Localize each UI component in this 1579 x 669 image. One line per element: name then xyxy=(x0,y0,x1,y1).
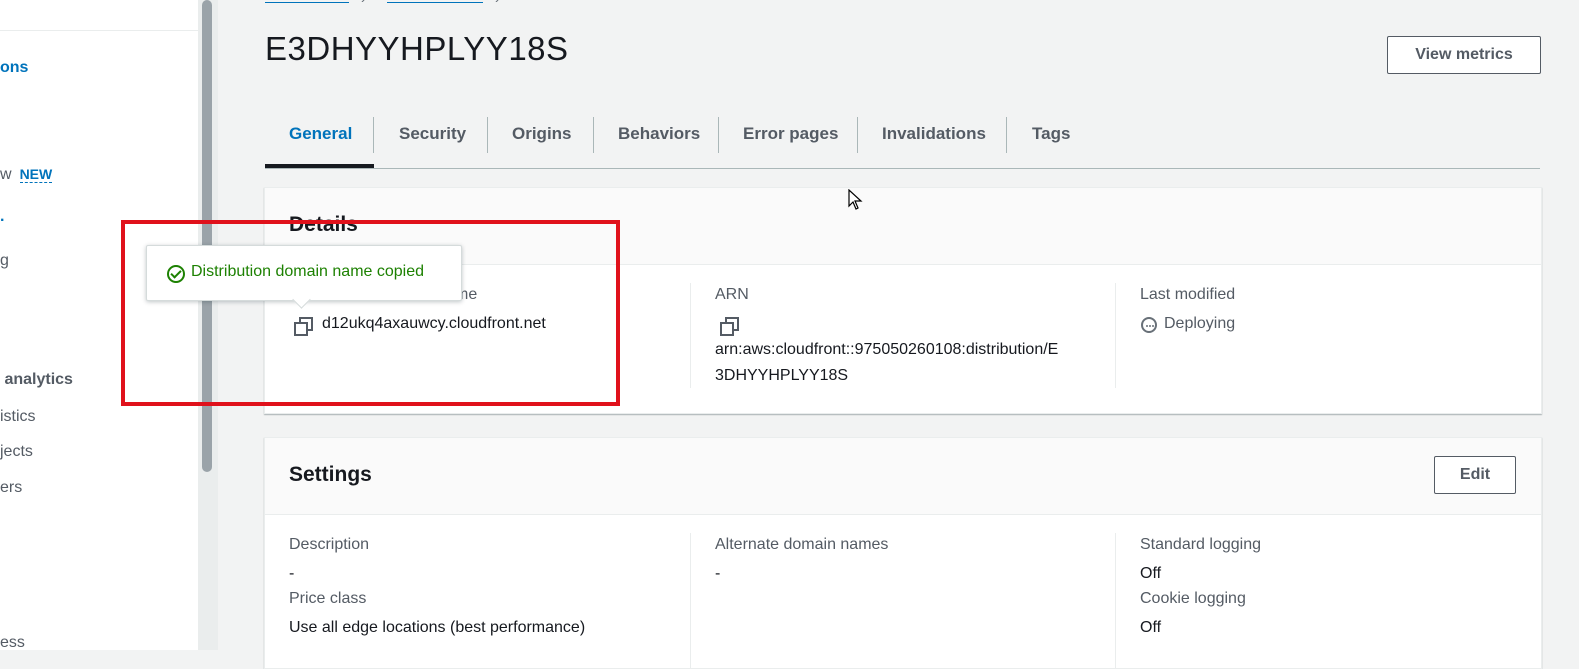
in-progress-icon xyxy=(1141,317,1157,333)
cookie-logging-value: Off xyxy=(1140,619,1162,636)
sidebar-item-viewers[interactable]: ers xyxy=(0,479,22,497)
tab-separator xyxy=(593,117,594,153)
column-divider xyxy=(1115,533,1116,668)
sidebar-item-objects[interactable]: jects xyxy=(0,443,33,461)
sidebar-item-statistics[interactable]: istics xyxy=(0,408,36,426)
price-class-label: Price class xyxy=(289,590,367,607)
edit-button[interactable]: Edit xyxy=(1434,456,1516,494)
tab-invalidations[interactable]: Invalidations xyxy=(882,100,986,168)
tab-separator xyxy=(487,117,488,153)
sidebar-divider xyxy=(0,30,198,31)
price-class-value: Use all edge locations (best performance… xyxy=(289,619,586,636)
breadcrumb-link[interactable] xyxy=(387,0,483,3)
sidebar-item-active-marker: . xyxy=(0,208,5,225)
page-title: E3DHYYHPLYY18S xyxy=(265,30,569,67)
breadcrumb-link[interactable] xyxy=(265,0,349,3)
sidebar-item-logging[interactable]: g xyxy=(0,252,9,270)
settings-header: Settings Edit xyxy=(265,438,1541,515)
sidebar-section-analytics: analytics xyxy=(0,371,73,389)
sidebar-item-new-feature[interactable]: w NEW xyxy=(0,166,53,184)
column-divider xyxy=(690,533,691,668)
arn-value-line2: 3DHYYHPLYY18S xyxy=(715,367,849,384)
description-value: - xyxy=(289,565,295,582)
tab-security[interactable]: Security xyxy=(399,100,466,168)
column-divider xyxy=(690,283,691,388)
tab-bar: General Security Origins Behaviors Error… xyxy=(265,100,1540,169)
settings-title: Settings xyxy=(289,463,372,486)
breadcrumb-separator-icon: › xyxy=(495,0,500,6)
tab-tags[interactable]: Tags xyxy=(1032,100,1070,168)
sidebar-section-label: analytics xyxy=(4,371,73,388)
tab-separator xyxy=(857,117,858,153)
sidebar-item-label: w xyxy=(0,166,12,183)
tab-origins[interactable]: Origins xyxy=(512,100,572,168)
alternate-domains-value: - xyxy=(715,565,721,582)
arn-label: ARN xyxy=(715,286,749,303)
last-modified-value: Deploying xyxy=(1164,315,1236,332)
sidebar-item-distributions[interactable]: ons xyxy=(0,59,28,77)
tab-behaviors[interactable]: Behaviors xyxy=(618,100,700,168)
sidebar-item-access[interactable]: ess xyxy=(0,634,25,650)
tab-separator xyxy=(373,117,374,153)
active-tab-indicator xyxy=(265,164,374,168)
description-label: Description xyxy=(289,536,370,553)
standard-logging-value: Off xyxy=(1140,565,1162,582)
copy-icon[interactable] xyxy=(720,317,739,336)
annotation-highlight-box xyxy=(121,220,620,406)
new-badge: NEW xyxy=(19,166,53,183)
alternate-domains-label: Alternate domain names xyxy=(715,536,889,553)
arn-value-line1: arn:aws:cloudfront::975050260108:distrib… xyxy=(715,341,1059,358)
standard-logging-label: Standard logging xyxy=(1140,536,1261,553)
breadcrumb-separator-icon: › xyxy=(361,0,366,6)
settings-panel: Settings Edit Description - Price class … xyxy=(264,437,1542,669)
cookie-logging-label: Cookie logging xyxy=(1140,590,1246,607)
tab-general[interactable]: General xyxy=(289,100,352,168)
mouse-cursor-icon xyxy=(848,189,863,210)
tab-error-pages[interactable]: Error pages xyxy=(743,100,838,168)
last-modified-label: Last modified xyxy=(1140,286,1236,303)
view-metrics-button[interactable]: View metrics xyxy=(1387,36,1541,74)
tab-separator xyxy=(718,117,719,153)
column-divider xyxy=(1115,283,1116,388)
tab-separator xyxy=(1006,117,1007,153)
